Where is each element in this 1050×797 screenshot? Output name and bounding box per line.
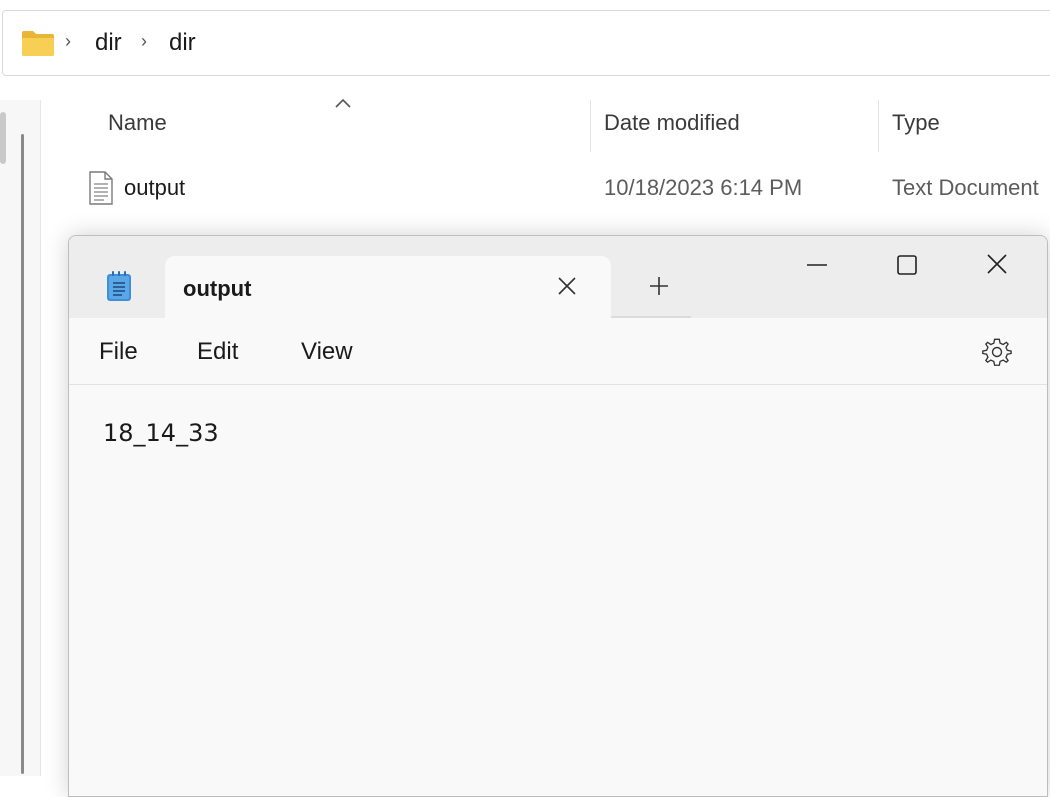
menu-file[interactable]: File <box>99 338 138 366</box>
sort-ascending-icon <box>334 96 352 114</box>
menu-bar: File Edit View <box>69 318 1047 385</box>
file-type: Text Document <box>892 175 1039 200</box>
file-name: output <box>124 175 186 200</box>
document-content[interactable]: 18_14_33 <box>103 419 219 447</box>
column-header-name[interactable]: Name <box>108 110 167 136</box>
file-date-modified: 10/18/2023 6:14 PM <box>604 175 803 200</box>
navigation-pane <box>0 100 41 776</box>
breadcrumb-item[interactable]: dir <box>169 29 196 57</box>
column-divider[interactable] <box>590 100 591 152</box>
tab-output[interactable]: output <box>165 256 611 318</box>
maximize-icon[interactable] <box>887 248 927 284</box>
column-header-date-modified[interactable]: Date modified <box>604 110 740 136</box>
minimize-icon[interactable] <box>797 248 837 284</box>
gear-icon[interactable] <box>981 336 1013 373</box>
column-divider[interactable] <box>878 100 879 152</box>
notepad-window: output File Edit View 18_14_33 <box>68 235 1048 797</box>
tab-label: output <box>183 276 252 301</box>
notepad-app-icon <box>105 270 133 307</box>
nav-selection-indicator <box>0 112 6 164</box>
breadcrumb-item[interactable]: dir <box>95 29 122 57</box>
close-window-icon[interactable] <box>977 248 1017 284</box>
chevron-right-icon: › <box>141 31 147 51</box>
plus-icon[interactable] <box>647 274 671 298</box>
address-bar[interactable]: › dir › dir <box>2 10 1050 76</box>
nav-scrollbar[interactable] <box>21 134 24 774</box>
menu-edit[interactable]: Edit <box>197 338 238 366</box>
text-editor-area[interactable]: 18_14_33 <box>69 385 1047 796</box>
column-header-type[interactable]: Type <box>892 110 940 136</box>
menu-view[interactable]: View <box>301 338 353 366</box>
text-file-icon <box>88 171 114 210</box>
folder-icon <box>21 29 55 62</box>
chevron-right-icon: › <box>65 31 71 51</box>
file-row[interactable]: output 10/18/2023 6:14 PM Text Document <box>80 165 1050 215</box>
close-icon[interactable] <box>555 274 579 298</box>
title-bar[interactable]: output <box>69 236 1047 318</box>
